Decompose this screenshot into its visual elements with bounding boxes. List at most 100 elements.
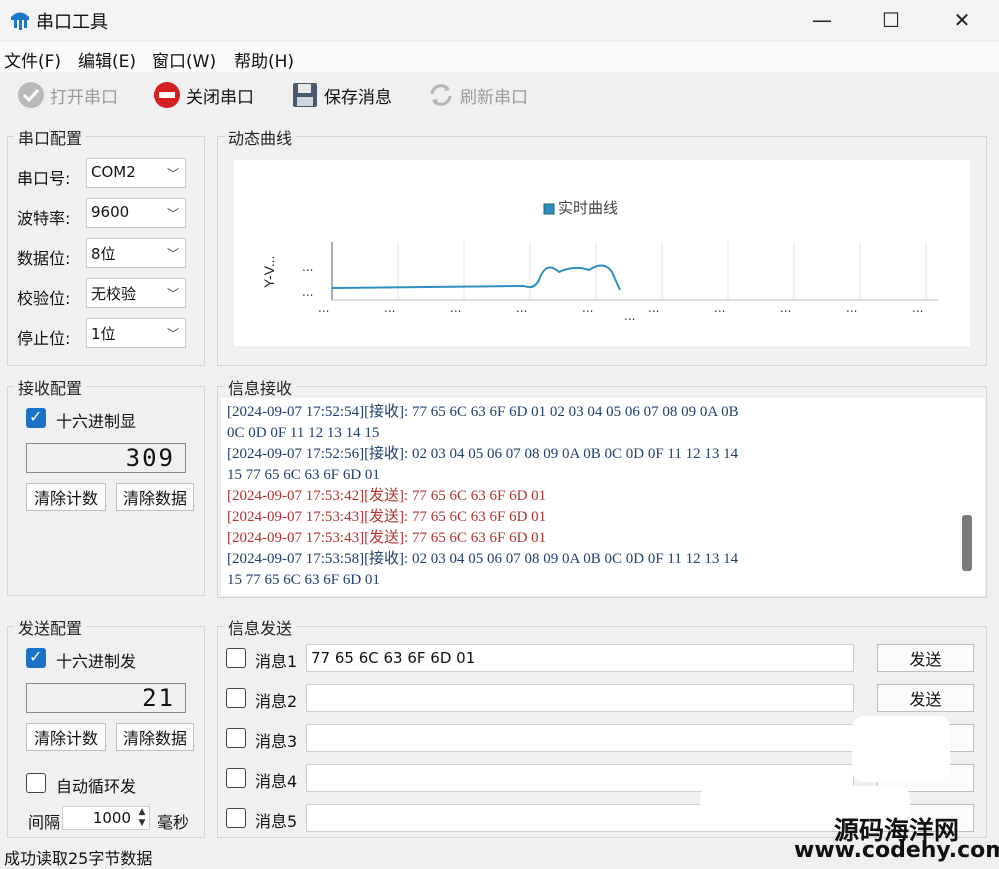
log-line: 15 77 65 6C 63 6F 6D 01	[227, 467, 380, 483]
maximize-button[interactable]: ☐	[856, 0, 926, 40]
message1-send-button[interactable]: 发送	[877, 644, 974, 672]
port-select[interactable]: COM2 ﹀	[86, 158, 186, 188]
port-label: 串口号:	[17, 169, 71, 188]
auto-loop-checkbox[interactable]	[26, 773, 46, 793]
toolbar: 打开串口 关闭串口 保存消息 刷新串口	[0, 74, 999, 116]
chart-grid	[331, 242, 927, 300]
log-line: 15 77 65 6C 63 6F 6D 01	[227, 572, 380, 588]
send-hex-label: 十六进制发	[56, 652, 137, 671]
menu-file[interactable]: 文件(F)	[4, 47, 61, 72]
y-axis-label: Y-V...	[261, 256, 277, 288]
message2-label: 消息2	[255, 692, 298, 711]
parity-label: 校验位:	[17, 289, 71, 308]
chevron-down-icon: ﹀	[166, 207, 179, 221]
message1-checkbox[interactable]	[226, 648, 246, 668]
realtime-chart: 实时曲线 Y-V... ... ... ....................…	[261, 200, 938, 323]
chart-title: 动态曲线	[224, 125, 297, 149]
message1-input[interactable]: 77 65 6C 63 6F 6D 01	[306, 644, 854, 672]
x-tick-label: ...	[648, 301, 659, 315]
stop-icon	[154, 82, 180, 108]
title-bar: 串口工具 — ☐ ✕	[0, 0, 999, 40]
send-count-display: 21	[26, 683, 186, 713]
chevron-down-icon: ﹀	[166, 327, 179, 341]
watermark-patch	[852, 716, 950, 782]
log-scrollbar[interactable]	[962, 515, 972, 571]
save-messages-button[interactable]: 保存消息	[290, 78, 392, 112]
close-port-button[interactable]: 关闭串口	[152, 78, 254, 112]
message2-checkbox[interactable]	[226, 688, 246, 708]
auto-loop-label: 自动循环发	[56, 777, 137, 796]
chevron-down-icon: ﹀	[166, 287, 179, 301]
receive-clear-count-button[interactable]: 清除计数	[26, 483, 106, 511]
data-bits-label: 数据位:	[17, 249, 71, 268]
x-ticks: ..............................	[318, 301, 923, 315]
parity-select[interactable]: 无校验 ﹀	[86, 278, 186, 308]
send-hex-checkbox[interactable]	[26, 647, 46, 668]
send-clear-data-button[interactable]: 清除数据	[116, 723, 194, 751]
legend-swatch	[543, 203, 555, 215]
window-title: 串口工具	[36, 12, 108, 33]
x-tick-label: ...	[318, 301, 329, 315]
x-tick-label: ...	[714, 301, 725, 315]
x-tick-label: ...	[450, 301, 461, 315]
menu-help[interactable]: 帮助(H)	[234, 47, 294, 72]
data-bits-select[interactable]: 8位 ﹀	[86, 238, 186, 268]
x-tick-label: ...	[582, 301, 593, 315]
data-bits-value: 8位	[91, 245, 116, 263]
menu-window[interactable]: 窗口(W)	[152, 47, 216, 72]
chevron-down-icon: ﹀	[166, 247, 179, 261]
save-icon	[293, 83, 317, 107]
message2-send-button[interactable]: 发送	[877, 684, 974, 712]
save-messages-label: 保存消息	[324, 87, 392, 108]
baud-label: 波特率:	[17, 209, 71, 228]
stop-bits-select[interactable]: 1位 ﹀	[86, 318, 186, 348]
chart-area: 实时曲线 Y-V... ... ... ....................…	[234, 160, 970, 346]
interval-stepper-icon[interactable]: ▲ ▼	[135, 807, 149, 829]
message5-checkbox[interactable]	[226, 808, 246, 828]
x-tick-label: ...	[846, 301, 857, 315]
check-circle-icon	[18, 82, 44, 108]
x-tick-label: ...	[384, 301, 395, 315]
x-tick-label: ...	[780, 301, 791, 315]
receive-clear-data-button[interactable]: 清除数据	[116, 483, 194, 511]
interval-label: 间隔	[28, 813, 61, 832]
chevron-down-icon: ﹀	[166, 167, 179, 181]
send-messages-title: 信息发送	[224, 615, 297, 639]
receive-count-display: 309	[26, 443, 186, 473]
legend-label: 实时曲线	[558, 200, 618, 217]
app-icon	[11, 12, 29, 30]
send-clear-count-button[interactable]: 清除计数	[26, 723, 106, 751]
receive-config-title: 接收配置	[14, 375, 87, 399]
log-line: [2024-09-07 17:52:56][接收]: 02 03 04 05 0…	[227, 446, 739, 462]
log-line: 0C 0D 0F 11 12 13 14 15	[227, 425, 380, 441]
log-line: [2024-09-07 17:53:42][发送]: 77 65 6C 63 6…	[227, 488, 547, 504]
message3-input[interactable]	[306, 724, 854, 752]
message4-checkbox[interactable]	[226, 768, 246, 788]
baud-select[interactable]: 9600 ﹀	[86, 198, 186, 228]
message3-label: 消息3	[255, 732, 298, 751]
menu-bar: 文件(F) 编辑(E) 窗口(W) 帮助(H)	[0, 42, 999, 72]
menu-edit[interactable]: 编辑(E)	[78, 47, 136, 72]
refresh-icon	[430, 84, 452, 106]
refresh-port-label: 刷新串口	[460, 87, 528, 108]
x-axis-label: ...	[624, 309, 635, 323]
refresh-port-button[interactable]: 刷新串口	[426, 78, 528, 112]
open-port-button[interactable]: 打开串口	[16, 78, 118, 112]
stop-bits-value: 1位	[91, 325, 116, 343]
close-port-label: 关闭串口	[186, 87, 254, 108]
receive-hex-label: 十六进制显	[56, 412, 137, 431]
receive-hex-checkbox[interactable]	[26, 407, 46, 428]
close-window-button[interactable]: ✕	[927, 0, 997, 40]
message3-checkbox[interactable]	[226, 728, 246, 748]
minimize-button[interactable]: —	[787, 0, 857, 40]
message4-label: 消息4	[255, 772, 298, 791]
interval-unit: 毫秒	[157, 813, 190, 832]
message2-input[interactable]	[306, 684, 854, 712]
y-tick: ...	[302, 260, 313, 274]
open-port-label: 打开串口	[50, 87, 118, 108]
stop-bits-label: 停止位:	[17, 329, 71, 348]
receive-log[interactable]: [2024-09-07 17:52:54][接收]: 77 65 6C 63 6…	[221, 398, 985, 596]
y-tick: ...	[302, 285, 313, 299]
message5-label: 消息5	[255, 812, 298, 831]
baud-value: 9600	[91, 203, 130, 221]
